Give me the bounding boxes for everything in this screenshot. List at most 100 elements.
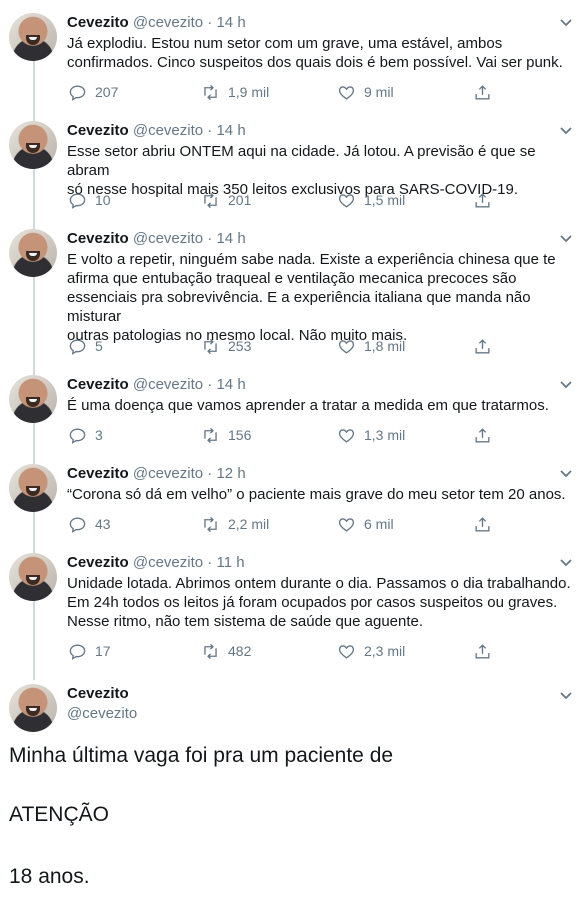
tweet-text-line-3: 18 anos. bbox=[9, 865, 90, 888]
avatar[interactable] bbox=[9, 13, 57, 61]
display-name[interactable]: Cevezito bbox=[67, 230, 129, 247]
retweet-button[interactable]: 2,2 mil bbox=[201, 515, 269, 534]
like-count: 1,3 mil bbox=[364, 427, 406, 443]
display-name[interactable]: Cevezito bbox=[67, 684, 129, 704]
handle[interactable]: @cevezito bbox=[133, 230, 203, 247]
like-button[interactable]: 1,5 mil bbox=[337, 191, 405, 210]
tweet-text-line-2: ATENÇÃO bbox=[9, 803, 109, 826]
retweet-button[interactable]: 1,9 mil bbox=[201, 83, 269, 102]
chevron-down-icon[interactable] bbox=[558, 231, 574, 247]
avatar[interactable] bbox=[9, 229, 57, 277]
share-icon bbox=[475, 643, 490, 659]
tweet-header: Cevezito @cevezito · 11 h bbox=[67, 553, 576, 573]
timestamp[interactable]: 11 h bbox=[216, 554, 244, 571]
chevron-down-icon[interactable] bbox=[558, 123, 574, 139]
reply-button[interactable]: 10 bbox=[68, 191, 111, 210]
heart-icon bbox=[338, 517, 355, 532]
timestamp[interactable]: 14 h bbox=[216, 376, 245, 393]
reply-count: 3 bbox=[95, 427, 103, 443]
like-count: 9 mil bbox=[364, 84, 394, 100]
retweet-icon bbox=[204, 192, 217, 208]
tweet[interactable]: Cevezito @cevezito · 14 h Esse setor abr… bbox=[0, 121, 588, 221]
reply-button[interactable]: 5 bbox=[68, 337, 103, 356]
chevron-down-icon[interactable] bbox=[558, 466, 574, 482]
heart-icon bbox=[338, 339, 355, 354]
tweet[interactable]: Cevezito @cevezito · 14 h E volto a repe… bbox=[0, 229, 588, 369]
retweet-button[interactable]: 201 bbox=[201, 191, 251, 210]
display-name[interactable]: Cevezito bbox=[67, 554, 129, 571]
avatar[interactable] bbox=[9, 375, 57, 423]
handle[interactable]: @cevezito bbox=[67, 704, 137, 724]
reply-button[interactable]: 207 bbox=[68, 83, 118, 102]
retweet-button[interactable]: 253 bbox=[201, 337, 251, 356]
heart-icon bbox=[338, 428, 355, 443]
retweet-count: 253 bbox=[228, 338, 252, 354]
retweet-icon bbox=[204, 427, 217, 443]
handle[interactable]: @cevezito bbox=[133, 465, 203, 482]
avatar[interactable] bbox=[9, 684, 57, 732]
reply-button[interactable]: 43 bbox=[68, 515, 111, 534]
like-count: 1,5 mil bbox=[364, 192, 406, 208]
reply-icon bbox=[69, 192, 86, 209]
chevron-down-icon[interactable] bbox=[558, 688, 574, 704]
timestamp[interactable]: 12 h bbox=[216, 465, 245, 482]
reply-count: 5 bbox=[95, 338, 103, 354]
timestamp[interactable]: 14 h bbox=[216, 14, 245, 31]
handle[interactable]: @cevezito bbox=[133, 14, 203, 31]
separator: · bbox=[207, 465, 213, 482]
reply-icon bbox=[69, 338, 86, 355]
reply-button[interactable]: 17 bbox=[68, 642, 111, 661]
display-name[interactable]: Cevezito bbox=[67, 14, 129, 31]
display-name[interactable]: Cevezito bbox=[67, 376, 129, 393]
share-icon bbox=[475, 427, 490, 443]
like-count: 2,3 mil bbox=[364, 643, 406, 659]
handle[interactable]: @cevezito bbox=[133, 122, 203, 139]
chevron-down-icon[interactable] bbox=[558, 377, 574, 393]
tweet[interactable]: Cevezito @cevezito · 14 h Já explodiu. E… bbox=[0, 13, 588, 118]
share-button[interactable] bbox=[473, 83, 492, 102]
reply-count: 17 bbox=[95, 643, 111, 659]
display-name[interactable]: Cevezito bbox=[67, 465, 129, 482]
tweet-header: Cevezito @cevezito · 14 h bbox=[67, 229, 576, 249]
tweet-text: É uma doença que vamos aprender a tratar… bbox=[67, 397, 549, 414]
share-button[interactable] bbox=[473, 337, 492, 356]
retweet-count: 1,9 mil bbox=[228, 84, 270, 100]
avatar[interactable] bbox=[9, 464, 57, 512]
heart-icon bbox=[338, 644, 355, 659]
tweet-header: Cevezito @cevezito · 14 h bbox=[67, 13, 576, 33]
reply-icon bbox=[69, 84, 86, 101]
retweet-icon bbox=[204, 516, 217, 532]
retweet-icon bbox=[204, 84, 217, 100]
tweet-header: Cevezito @cevezito · 14 h bbox=[67, 375, 576, 395]
share-button[interactable] bbox=[473, 642, 492, 661]
tweet-text: Já explodiu. Estou num setor com um grav… bbox=[67, 35, 563, 71]
retweet-button[interactable]: 482 bbox=[201, 642, 251, 661]
chevron-down-icon[interactable] bbox=[558, 555, 574, 571]
chevron-down-icon[interactable] bbox=[558, 15, 574, 31]
like-button[interactable]: 2,3 mil bbox=[337, 642, 405, 661]
tweet[interactable]: Cevezito @cevezito · 14 h É uma doença q… bbox=[0, 375, 588, 455]
avatar[interactable] bbox=[9, 553, 57, 601]
reply-icon bbox=[69, 643, 86, 660]
reply-count: 43 bbox=[95, 516, 111, 532]
tweet[interactable]: Cevezito @cevezito · 11 h Unidade lotada… bbox=[0, 553, 588, 673]
timestamp[interactable]: 14 h bbox=[216, 230, 245, 247]
like-button[interactable]: 1,3 mil bbox=[337, 426, 405, 445]
reply-button[interactable]: 3 bbox=[68, 426, 103, 445]
tweet[interactable]: Cevezito @cevezito · 12 h “Corona só dá … bbox=[0, 464, 588, 544]
retweet-button[interactable]: 156 bbox=[201, 426, 251, 445]
like-button[interactable]: 1,8 mil bbox=[337, 337, 405, 356]
like-button[interactable]: 6 mil bbox=[337, 515, 394, 534]
reply-count: 207 bbox=[95, 84, 119, 100]
timestamp[interactable]: 14 h bbox=[216, 122, 245, 139]
share-button[interactable] bbox=[473, 515, 492, 534]
handle[interactable]: @cevezito bbox=[133, 376, 203, 393]
avatar[interactable] bbox=[9, 121, 57, 169]
like-button[interactable]: 9 mil bbox=[337, 83, 394, 102]
reply-icon bbox=[69, 427, 86, 444]
focused-tweet[interactable]: Cevezito @cevezito Minha última vaga foi… bbox=[0, 684, 588, 911]
share-button[interactable] bbox=[473, 191, 492, 210]
share-button[interactable] bbox=[473, 426, 492, 445]
handle[interactable]: @cevezito bbox=[133, 554, 203, 571]
display-name[interactable]: Cevezito bbox=[67, 122, 129, 139]
